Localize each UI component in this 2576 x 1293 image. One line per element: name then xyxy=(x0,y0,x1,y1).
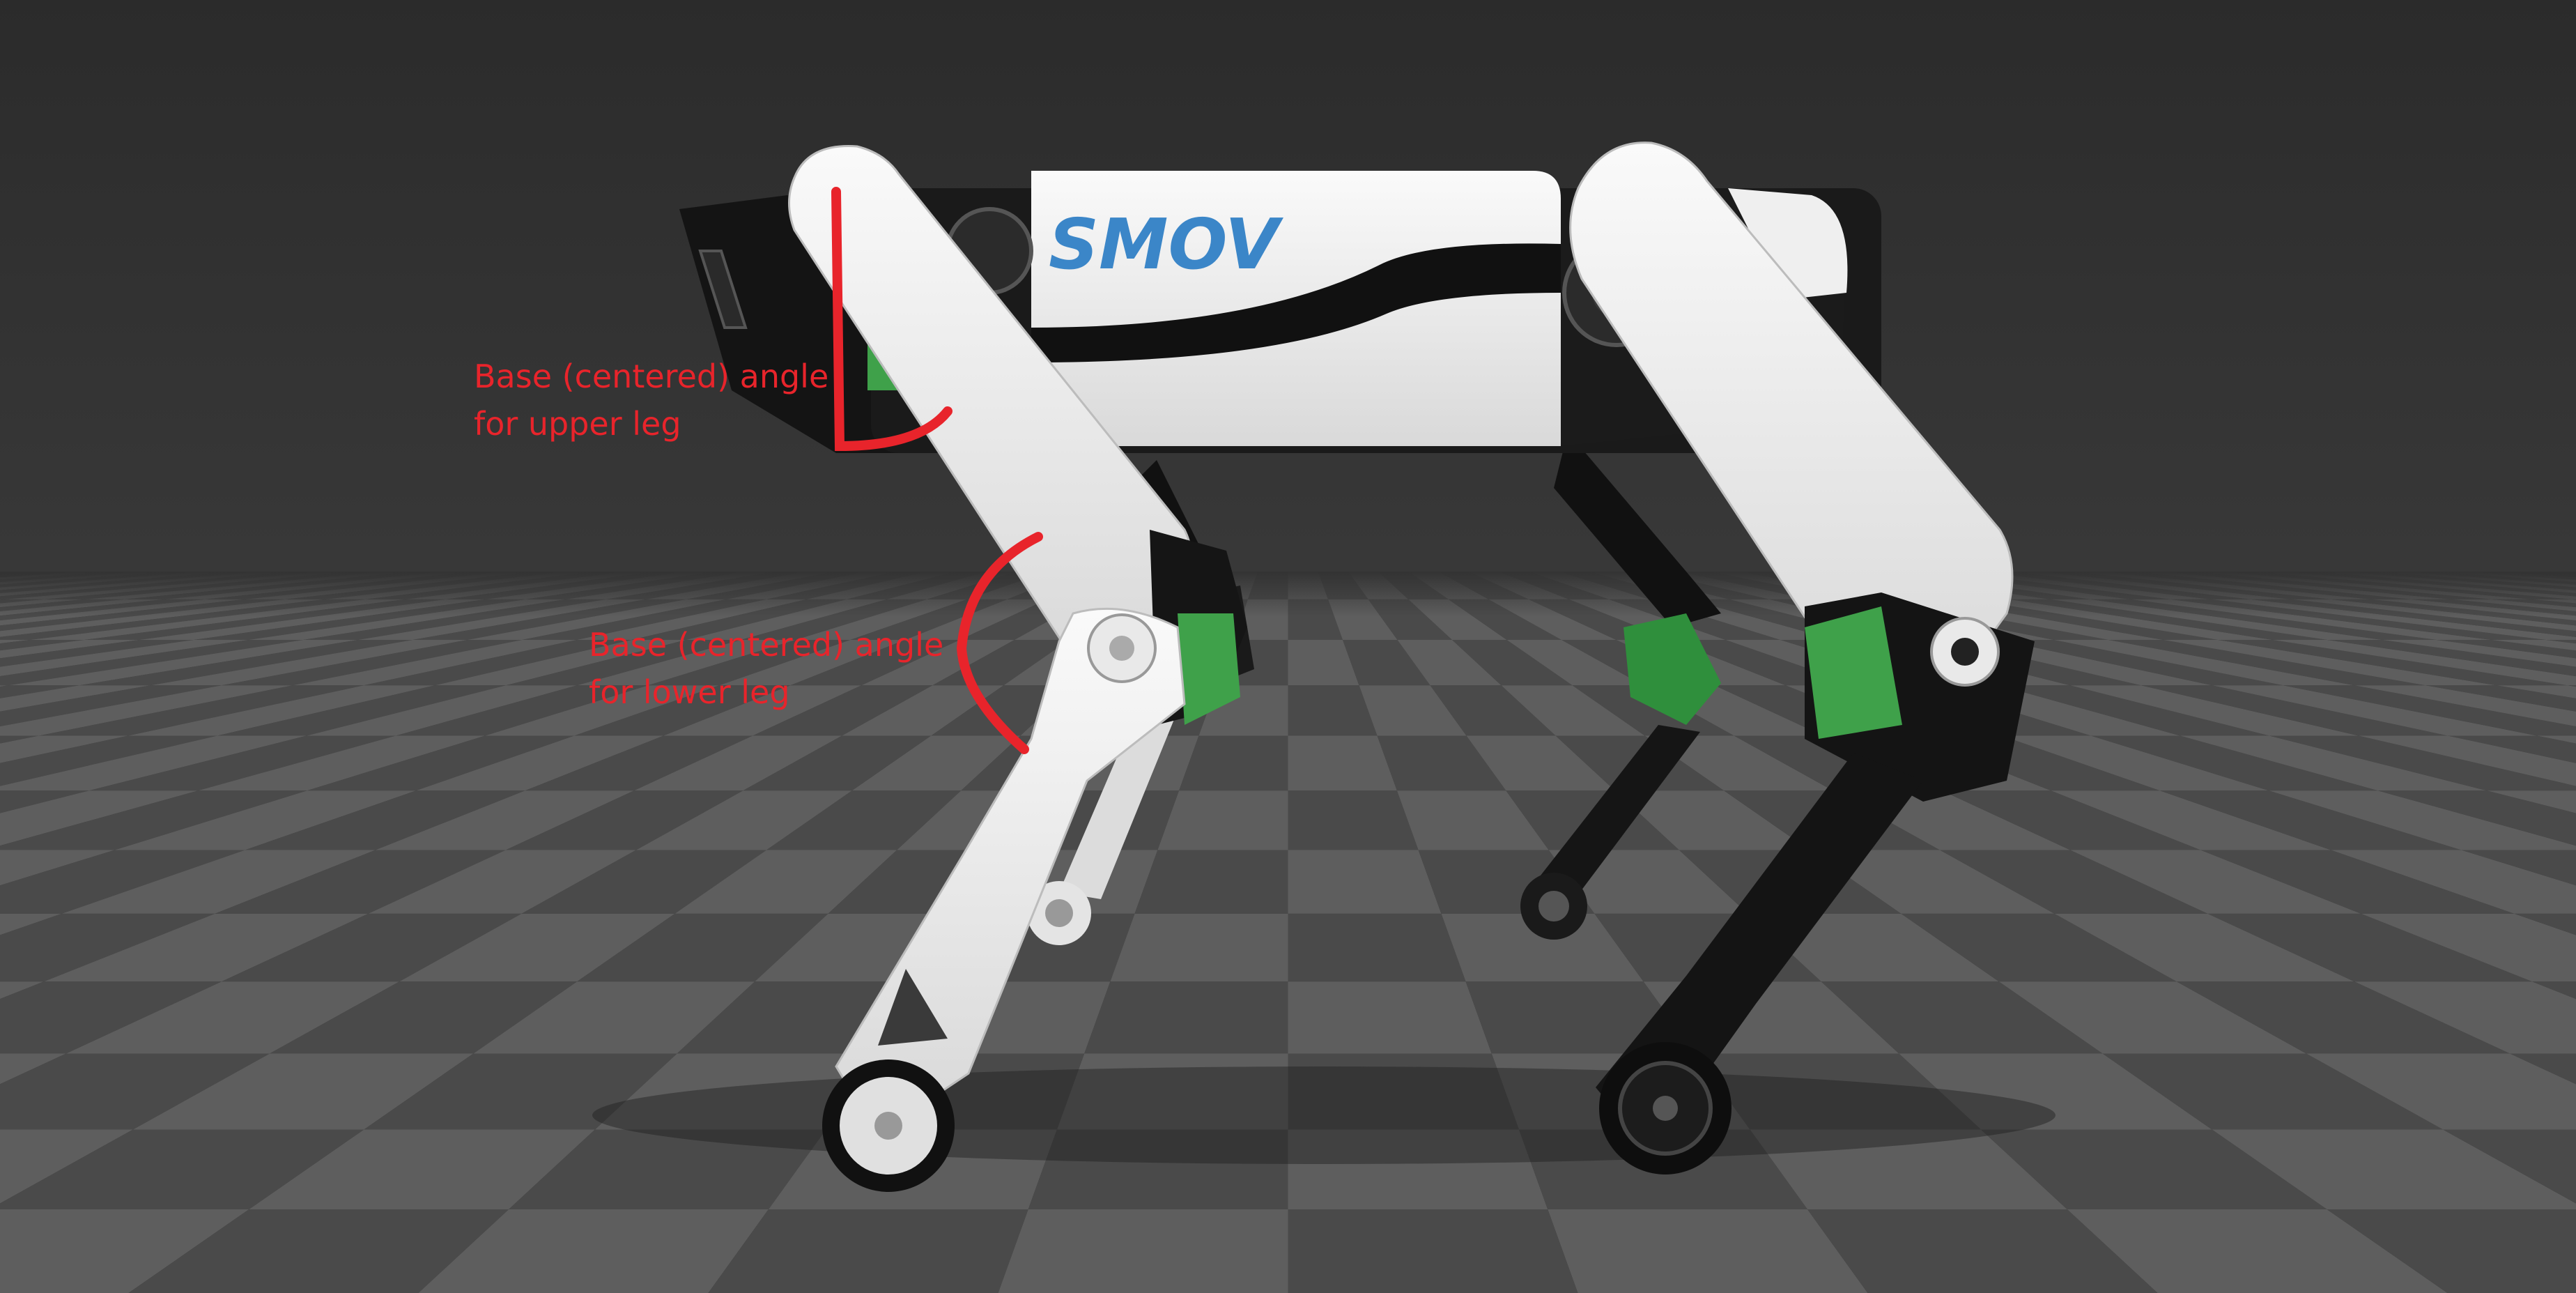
floor-tile xyxy=(1157,790,1288,850)
upper-leg-annotation-line2: for upper leg xyxy=(474,405,681,443)
robot-shadow xyxy=(592,1066,2056,1164)
floor-fade xyxy=(0,572,2576,753)
floor-tile xyxy=(1288,790,1419,850)
floor-tile xyxy=(1288,850,1442,914)
floor-tile xyxy=(998,1209,1288,1293)
floor-tile xyxy=(1134,850,1288,914)
floor-tile xyxy=(1288,913,1466,982)
upper-leg-annotation: Base (centered) angle for upper leg xyxy=(474,353,828,447)
lower-leg-annotation-line2: for lower leg xyxy=(589,673,790,711)
floor-tile xyxy=(1084,981,1288,1054)
robot-logo: SMOV xyxy=(1049,204,1283,285)
robot-scene: SMOV xyxy=(0,0,2576,1293)
upper-leg-annotation-line1: Base (centered) angle xyxy=(474,358,829,395)
lower-leg-annotation-line1: Base (centered) angle xyxy=(589,626,944,664)
lower-leg-annotation: Base (centered) angle for lower leg xyxy=(589,621,943,716)
floor-tile xyxy=(1288,981,1492,1054)
floor-tile xyxy=(1288,1209,1578,1293)
floor-tile xyxy=(1110,913,1288,982)
